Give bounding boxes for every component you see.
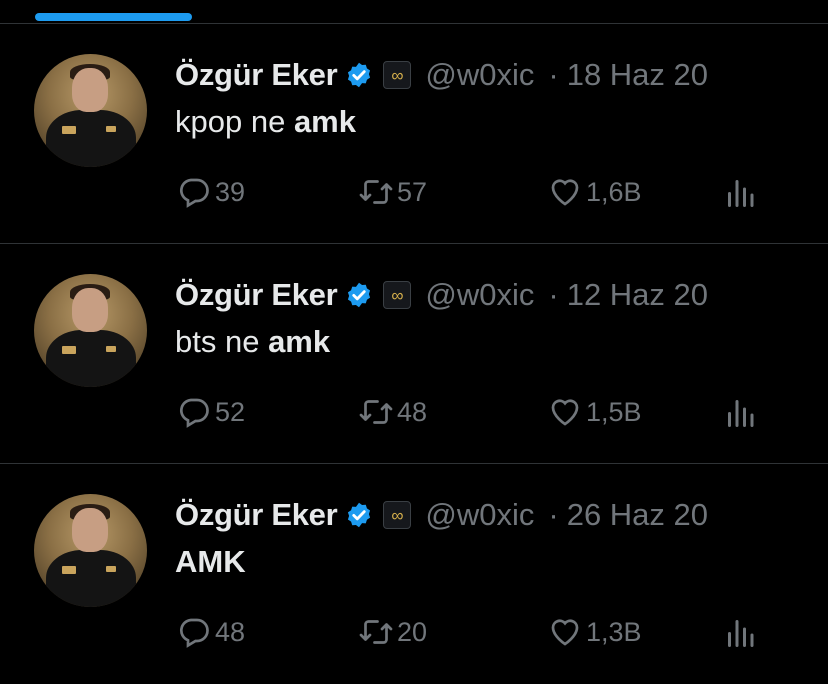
retweet-button[interactable]: 57	[358, 174, 427, 210]
retweet-count: 57	[397, 176, 428, 207]
action-bar: 52 48 1,5B	[0, 394, 828, 434]
verified-badge-icon	[345, 501, 373, 529]
views-icon	[728, 400, 754, 427]
like-button[interactable]: 1,3B	[547, 614, 642, 650]
retweet-button[interactable]: 20	[358, 614, 427, 650]
tweet-header: Özgür Eker ∞ @w0xic · 18 Haz 20	[175, 54, 708, 96]
like-icon	[551, 399, 579, 426]
views-icon	[728, 180, 754, 207]
avatar[interactable]	[34, 494, 147, 607]
tweet-card[interactable]: Özgür Eker ∞ @w0xic · 26 Haz 20 AMK 48 2…	[0, 464, 828, 684]
affiliate-badge-icon[interactable]: ∞	[383, 61, 412, 89]
active-tab-indicator	[35, 13, 192, 21]
tweet-card[interactable]: Özgür Eker ∞ @w0xic · 18 Haz 20 kpop ne …	[0, 24, 828, 244]
separator: ·	[548, 497, 559, 532]
reply-icon	[179, 398, 209, 428]
reply-icon	[179, 178, 209, 208]
reply-count: 48	[215, 616, 246, 647]
like-count: 1,5B	[586, 396, 642, 427]
display-name[interactable]: Özgür Eker	[175, 497, 338, 533]
avatar[interactable]	[34, 54, 147, 167]
like-icon	[551, 179, 579, 206]
timestamp[interactable]: 12 Haz 20	[567, 277, 708, 313]
reply-count: 52	[215, 396, 246, 427]
tweet-header: Özgür Eker ∞ @w0xic · 12 Haz 20	[175, 274, 708, 316]
action-bar: 39 57 1,6B	[0, 174, 828, 214]
separator: ·	[548, 277, 559, 312]
display-name[interactable]: Özgür Eker	[175, 57, 338, 93]
affiliate-badge-icon[interactable]: ∞	[383, 281, 412, 309]
retweet-count: 48	[397, 396, 428, 427]
reply-button[interactable]: 39	[176, 174, 245, 210]
views-button[interactable]	[722, 174, 758, 210]
views-button[interactable]	[722, 614, 758, 650]
tweet-card[interactable]: Özgür Eker ∞ @w0xic · 12 Haz 20 bts ne a…	[0, 244, 828, 464]
timestamp[interactable]: 18 Haz 20	[567, 57, 708, 93]
views-button[interactable]	[722, 394, 758, 430]
retweet-button[interactable]: 48	[358, 394, 427, 430]
tweet-header: Özgür Eker ∞ @w0xic · 26 Haz 20	[175, 494, 708, 536]
like-count: 1,3B	[586, 616, 642, 647]
timestamp[interactable]: 26 Haz 20	[567, 497, 708, 533]
display-name[interactable]: Özgür Eker	[175, 277, 338, 313]
separator: ·	[548, 57, 559, 92]
like-count: 1,6B	[586, 176, 642, 207]
reply-button[interactable]: 52	[176, 394, 245, 430]
tweet-text: bts ne amk	[175, 324, 331, 359]
verified-badge-icon	[345, 281, 373, 309]
handle[interactable]: @w0xic	[425, 497, 534, 533]
views-icon	[728, 620, 754, 647]
tweet-text: kpop ne amk	[175, 104, 356, 139]
action-bar: 48 20 1,3B	[0, 614, 828, 654]
tweet-text: AMK	[175, 544, 246, 579]
avatar[interactable]	[34, 274, 147, 387]
like-button[interactable]: 1,6B	[547, 174, 642, 210]
handle[interactable]: @w0xic	[425, 57, 534, 93]
reply-count: 39	[215, 176, 246, 207]
retweet-icon	[359, 180, 393, 204]
like-button[interactable]: 1,5B	[547, 394, 642, 430]
retweet-icon	[359, 400, 393, 424]
like-icon	[551, 619, 579, 646]
reply-icon	[179, 618, 209, 648]
retweet-icon	[359, 620, 393, 644]
affiliate-badge-icon[interactable]: ∞	[383, 501, 412, 529]
retweet-count: 20	[397, 616, 428, 647]
reply-button[interactable]: 48	[176, 614, 245, 650]
verified-badge-icon	[345, 61, 373, 89]
handle[interactable]: @w0xic	[425, 277, 534, 313]
